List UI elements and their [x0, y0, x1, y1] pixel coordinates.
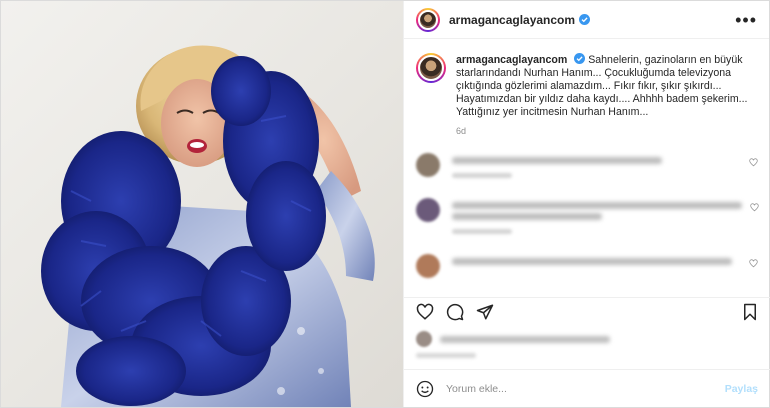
caption: armagancaglayancom Sahnelerin, gazinolar…	[404, 39, 769, 138]
comments-list	[404, 153, 770, 298]
likes-summary-blurred[interactable]	[416, 331, 610, 347]
comment-input[interactable]: Yorum ekle...	[446, 383, 507, 395]
caption-username[interactable]: armagancaglayancom	[456, 54, 567, 66]
verified-badge-icon	[579, 14, 591, 25]
post-header: armagancaglayancom •••	[404, 1, 769, 39]
commenter-avatar[interactable]	[416, 254, 440, 278]
comment-item	[404, 153, 770, 178]
emoji-icon[interactable]	[416, 380, 434, 398]
post-sidebar: armagancaglayancom ••• armagancaglayanco…	[403, 1, 770, 407]
heart-icon[interactable]	[749, 158, 758, 167]
post-photo[interactable]	[1, 1, 403, 407]
post-comment-button[interactable]: Paylaş	[725, 383, 758, 395]
save-icon[interactable]	[742, 303, 758, 321]
verified-badge-icon	[574, 53, 586, 64]
comment-text-blurred	[452, 254, 741, 278]
caption-avatar[interactable]	[416, 53, 446, 83]
caption-body: armagancaglayancom Sahnelerin, gazinolar…	[456, 53, 757, 138]
action-bar	[404, 297, 770, 325]
post-photo-illustration	[41, 45, 375, 407]
author-avatar[interactable]	[416, 7, 440, 32]
comment-item	[404, 198, 770, 234]
comment-text-blurred	[452, 198, 742, 234]
more-options-icon[interactable]: •••	[735, 11, 757, 29]
instagram-post: armagancaglayancom ••• armagancaglayanco…	[0, 0, 770, 408]
commenter-avatar[interactable]	[416, 153, 440, 177]
commenter-avatar[interactable]	[416, 198, 440, 222]
share-icon[interactable]	[476, 303, 494, 321]
heart-icon[interactable]	[750, 203, 759, 212]
post-date-blurred	[416, 353, 476, 358]
comment-text-blurred	[452, 153, 741, 178]
author-username[interactable]: armagancaglayancom	[449, 13, 575, 27]
liker-avatar	[416, 331, 432, 347]
heart-icon[interactable]	[416, 303, 434, 321]
post-age[interactable]: 6d	[456, 125, 757, 138]
comment-icon[interactable]	[446, 303, 464, 321]
comment-item	[404, 254, 770, 278]
heart-icon[interactable]	[749, 259, 758, 268]
add-comment-bar: Yorum ekle... Paylaş	[404, 369, 770, 407]
